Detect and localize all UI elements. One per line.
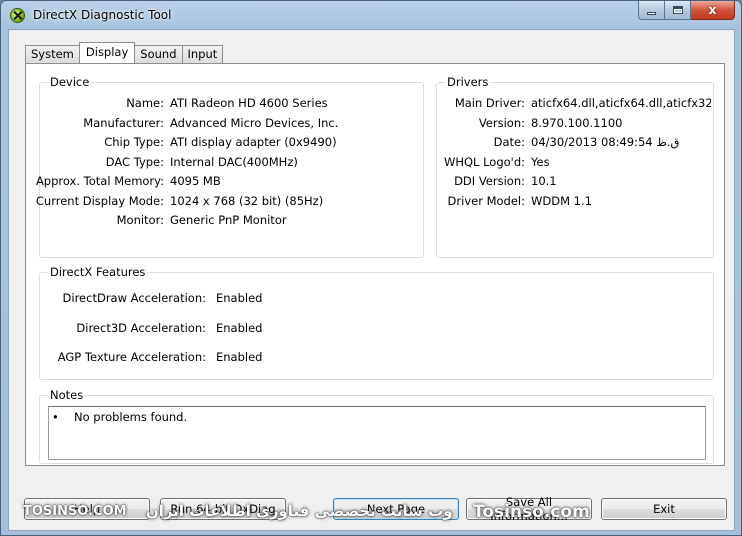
directx-features-group: DirectX Features DirectDraw Acceleration… [39, 265, 714, 380]
ddi-version-value: 10.1 [531, 174, 557, 188]
features-group-title: DirectX Features [48, 265, 148, 279]
note-item: No problems found. [74, 410, 188, 424]
minimize-button[interactable] [638, 1, 665, 20]
direct3d-value: Enabled [216, 321, 263, 335]
direct3d-label: Direct3D Acceleration: [76, 321, 206, 335]
device-group: Device Name: Manufacturer: Chip Type: DA… [35, 75, 424, 258]
agp-texture-label: AGP Texture Acceleration: [57, 350, 206, 364]
whql-label: WHQL Logo'd: [443, 155, 525, 169]
drivers-group: Drivers Main Driver: Version: Date: WHQL… [436, 75, 714, 258]
notes-group: Notes • No problems found. [39, 388, 714, 464]
driver-date-value: 04/30/2013 08:49:54 ق.ظ [531, 135, 680, 149]
device-name-value: ATI Radeon HD 4600 Series [170, 96, 328, 110]
tab-input[interactable]: Input [181, 45, 224, 63]
ddi-version-label: DDI Version: [454, 174, 525, 188]
driver-version-value: 8.970.100.1100 [531, 116, 623, 130]
main-driver-value: aticfx64.dll,aticfx64.dll,aticfx32,aticf [531, 96, 711, 110]
tab-sound[interactable]: Sound [134, 45, 183, 63]
directx-icon [10, 8, 25, 23]
drivers-group-title: Drivers [445, 75, 491, 89]
maximize-button[interactable] [665, 1, 691, 20]
device-dac-type-value: Internal DAC(400MHz) [170, 155, 298, 169]
driver-version-label: Version: [478, 116, 525, 130]
run-64bit-dxdiag-button[interactable]: Run 64-bit DxDiag [160, 498, 286, 520]
button-row: Help Run 64-bit DxDiag Next Page Save Al… [24, 495, 728, 523]
maximize-icon [672, 6, 683, 14]
caption-buttons: x [638, 1, 735, 20]
notes-group-title: Notes [48, 388, 86, 402]
device-manufacturer-label: Manufacturer: [83, 116, 164, 130]
tab-strip: System Display Sound Input [25, 42, 224, 63]
exit-button[interactable]: Exit [601, 498, 727, 520]
window-title: DirectX Diagnostic Tool [33, 8, 172, 22]
device-chip-type-value: ATI display adapter (0x9490) [170, 135, 337, 149]
display-tab-panel: Device Name: Manufacturer: Chip Type: DA… [25, 63, 725, 466]
save-all-information-button[interactable]: Save All Information... [466, 495, 592, 523]
notes-textbox[interactable]: • No problems found. [48, 406, 706, 460]
device-group-title: Device [48, 75, 92, 89]
device-chip-type-label: Chip Type: [104, 135, 164, 149]
device-display-mode-label: Current Display Mode: [35, 194, 164, 208]
dxdiag-window: DirectX Diagnostic Tool x System Display… [0, 0, 742, 536]
device-dac-type-label: DAC Type: [105, 155, 164, 169]
title-bar[interactable]: DirectX Diagnostic Tool x [1, 1, 741, 29]
help-button[interactable]: Help [24, 498, 150, 520]
device-monitor-value: Generic PnP Monitor [170, 213, 287, 227]
device-monitor-label: Monitor: [116, 213, 164, 227]
directdraw-label: DirectDraw Acceleration: [62, 291, 206, 305]
device-memory-label: Approx. Total Memory: [35, 174, 164, 188]
minimize-icon [647, 11, 656, 15]
driver-model-value: WDDM 1.1 [531, 194, 592, 208]
tab-display[interactable]: Display [78, 42, 136, 63]
next-page-button[interactable]: Next Page [333, 498, 459, 520]
driver-date-label: Date: [493, 135, 525, 149]
drivers-values: aticfx64.dll,aticfx64.dll,aticfx32,aticf… [531, 83, 711, 223]
agp-texture-value: Enabled [216, 350, 263, 364]
driver-model-label: Driver Model: [447, 194, 525, 208]
close-button[interactable]: x [691, 1, 735, 20]
tab-system[interactable]: System [25, 45, 80, 63]
device-name-label: Name: [126, 96, 164, 110]
device-memory-value: 4095 MB [170, 174, 221, 188]
close-icon: x [708, 3, 717, 17]
note-bullet: • [52, 410, 59, 424]
device-display-mode-value: 1024 x 768 (32 bit) (85Hz) [170, 194, 324, 208]
main-driver-label: Main Driver: [454, 96, 525, 110]
client-area: System Display Sound Input Device Name: … [8, 29, 735, 531]
directdraw-value: Enabled [216, 291, 263, 305]
whql-value: Yes [531, 155, 550, 169]
device-manufacturer-value: Advanced Micro Devices, Inc. [170, 116, 339, 130]
